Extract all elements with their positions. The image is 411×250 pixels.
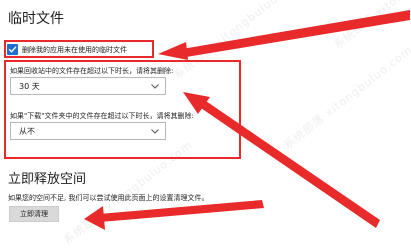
- annotation-arrowhead-to-checkbox: [158, 42, 188, 60]
- annotation-arrow-to-checkbox: [180, 10, 410, 58]
- annotation-arrow-to-button: [99, 200, 264, 222]
- annotation-arrows: [84, 10, 410, 230]
- annotation-arrowhead-to-button: [84, 206, 105, 230]
